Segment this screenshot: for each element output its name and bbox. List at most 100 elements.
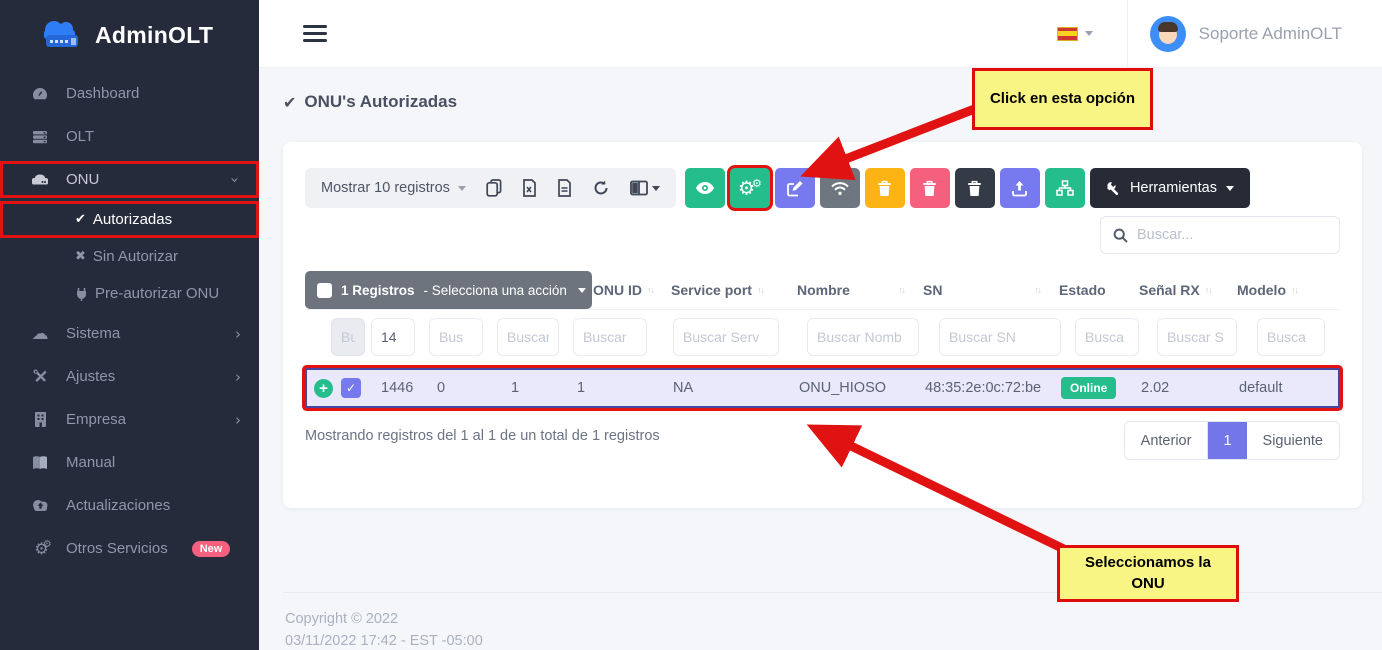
sort-icon[interactable]: ↑↓ [757,285,764,295]
chevron-down-icon [578,288,586,293]
pagination-prev-button[interactable]: Anterior [1125,422,1209,459]
bulk-action-dropdown[interactable]: 1 Registros - Selecciona una acción [305,271,592,309]
filter-senal-rx[interactable] [1157,318,1237,356]
filter-estado[interactable] [1075,318,1139,356]
sidebar-item-label: OLT [66,128,94,145]
sidebar-item-label: ONU [66,171,99,188]
filter-sn[interactable] [939,318,1061,356]
user-menu[interactable]: Soporte AdminOLT [1127,0,1382,67]
refresh-button[interactable] [592,179,610,197]
sidebar-item-autorizadas[interactable]: ✔ Autorizadas [0,201,259,238]
gears-icon: ⚙⚙ [30,539,50,558]
excel-export-button[interactable] [522,179,537,197]
sidebar-nav: Dashboard OLT ONU › ✔ Autorizadas [0,70,259,570]
column-header-modelo[interactable]: Modelo↑↓ [1225,282,1315,298]
sidebar-item-pre-autorizar[interactable]: Pre-autorizar ONU [0,275,259,312]
cell-port: 1 [499,380,565,396]
show-entries-label: Mostrar 10 registros [321,180,450,196]
filter-service-port[interactable] [673,318,779,356]
chevron-down-icon [458,186,466,191]
sidebar-item-olt[interactable]: OLT [0,115,259,158]
filter-onu-id[interactable] [573,318,647,356]
delete-pink-button[interactable] [910,168,950,208]
filter-port[interactable] [497,318,559,356]
filter-number[interactable] [371,318,415,356]
delete-yellow-button[interactable] [865,168,905,208]
check-icon: ✔ [75,212,86,227]
column-header-estado[interactable]: Estado [1047,282,1127,298]
footer: Copyright © 2022 03/11/2022 17:42 - EST … [285,608,483,650]
view-button[interactable] [685,168,725,208]
column-header-service-port[interactable]: Service port↑↓ [659,282,785,298]
user-name: Soporte AdminOLT [1199,24,1342,44]
sidebar-item-otros-servicios[interactable]: ⚙⚙ Otros Servicios New [0,527,259,570]
sort-icon[interactable]: ↑↓ [1205,285,1212,295]
sidebar-item-actualizaciones[interactable]: Actualizaciones [0,484,259,527]
chevron-down-icon: › [226,177,244,183]
language-selector[interactable] [1057,27,1093,41]
sidebar-item-dashboard[interactable]: Dashboard [0,72,259,115]
selected-count: 1 Registros [341,283,415,298]
status-badge: Online [1061,377,1116,399]
app-logo[interactable]: AdminOLT [0,0,259,70]
page-title: ✔ ONU's Autorizadas [283,92,457,112]
edit-button[interactable] [775,168,815,208]
sidebar-item-sin-autorizar[interactable]: ✖ Sin Autorizar [0,238,259,275]
sidebar-item-empresa[interactable]: Empresa › [0,398,259,441]
cell-nombre: ONU_HIOSO [787,380,913,396]
wrench-icon [1106,181,1121,196]
check-icon: ✔ [283,93,296,112]
tools-label: Herramientas [1130,180,1217,196]
menu-toggle-button[interactable] [303,21,327,46]
annotation-select-note: Seleccionamos la ONU [1057,545,1239,602]
search-input[interactable] [1137,227,1327,243]
columns-visibility-button[interactable] [630,180,660,196]
sitemap-button[interactable] [1045,168,1085,208]
delete-dark-button[interactable] [955,168,995,208]
onu-table-card: Mostrar 10 registros [283,142,1362,508]
column-header-senal-rx[interactable]: Señal RX↑↓ [1127,282,1225,298]
filter-board[interactable] [429,318,483,356]
column-header-nombre[interactable]: Nombre↑↓ [785,282,911,298]
gears-action-button[interactable]: ⚙⚙ [730,168,770,208]
plug-icon [75,287,88,301]
sort-icon[interactable]: ↑↓ [898,285,905,295]
cell-senal-rx: 2.02 [1129,380,1227,396]
sidebar-item-manual[interactable]: Manual [0,441,259,484]
sidebar-item-sistema[interactable]: ☁ Sistema › [0,312,259,355]
sort-icon[interactable]: ↑↓ [1291,285,1298,295]
column-filters-row [305,310,1340,364]
show-entries-select[interactable]: Mostrar 10 registros [321,180,466,196]
page-title-text: ONU's Autorizadas [304,92,457,112]
sidebar-item-onu[interactable]: ONU › [0,161,259,198]
row-checkbox[interactable]: ✓ [341,378,361,398]
sidebar-submenu-onu: ✔ Autorizadas ✖ Sin Autorizar Pre-autori… [0,201,259,312]
upload-button[interactable] [1000,168,1040,208]
sidebar-item-ajustes[interactable]: Ajustes › [0,355,259,398]
sidebar-item-label: Sin Autorizar [93,248,178,265]
cell-onu-id: 1 [565,380,661,396]
filter-nombre[interactable] [807,318,919,356]
spain-flag-icon [1057,27,1078,41]
tools-dropdown-button[interactable]: Herramientas [1090,168,1250,208]
select-all-checkbox[interactable] [317,283,332,298]
wifi-button[interactable] [820,168,860,208]
sidebar: AdminOLT Dashboard OLT ONU › [0,0,259,650]
table-row[interactable]: + ✓ 1446 0 1 1 NA ONU_HIOSO 48:35:2e:0c:… [305,368,1340,408]
pagination-page-1[interactable]: 1 [1208,422,1246,459]
cell-estado: Online [1049,377,1129,399]
x-icon: ✖ [75,249,86,264]
sort-icon[interactable]: ↑↓ [647,285,654,295]
annotation-click-note: Click en esta opción [972,68,1153,130]
pagination-next-button[interactable]: Siguiente [1247,422,1339,459]
filter-modelo[interactable] [1257,318,1325,356]
logo-text: AdminOLT [95,22,213,49]
search-field [1100,216,1340,254]
datetime-text: 03/11/2022 17:42 - EST -05:00 [285,630,483,650]
file-export-button[interactable] [557,179,572,197]
column-header-sn[interactable]: SN↑↓ [911,282,1047,298]
sidebar-item-label: Empresa [66,411,126,428]
copy-button[interactable] [486,179,502,197]
sort-icon[interactable]: ↑↓ [1034,285,1041,295]
expand-row-icon[interactable]: + [314,379,333,398]
